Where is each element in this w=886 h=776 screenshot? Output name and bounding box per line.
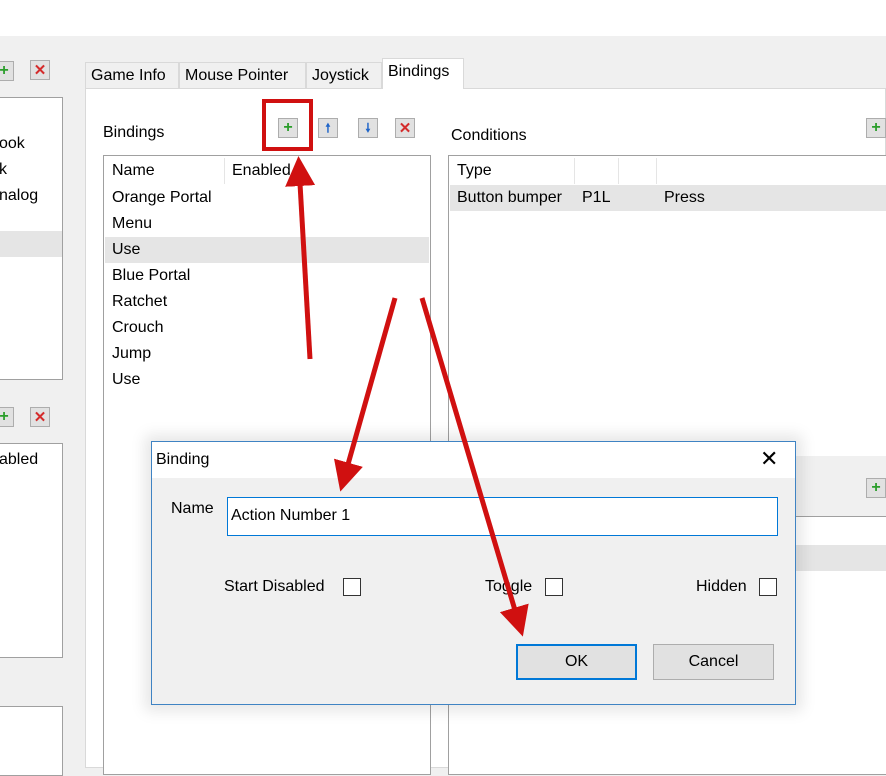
arrow-to-name-field (334, 297, 398, 492)
annotation-arrows (285, 156, 529, 637)
arrow-to-ok-button (419, 297, 529, 637)
tab-bindings[interactable]: Bindings (382, 58, 464, 89)
arrow-to-add-button (285, 156, 316, 360)
